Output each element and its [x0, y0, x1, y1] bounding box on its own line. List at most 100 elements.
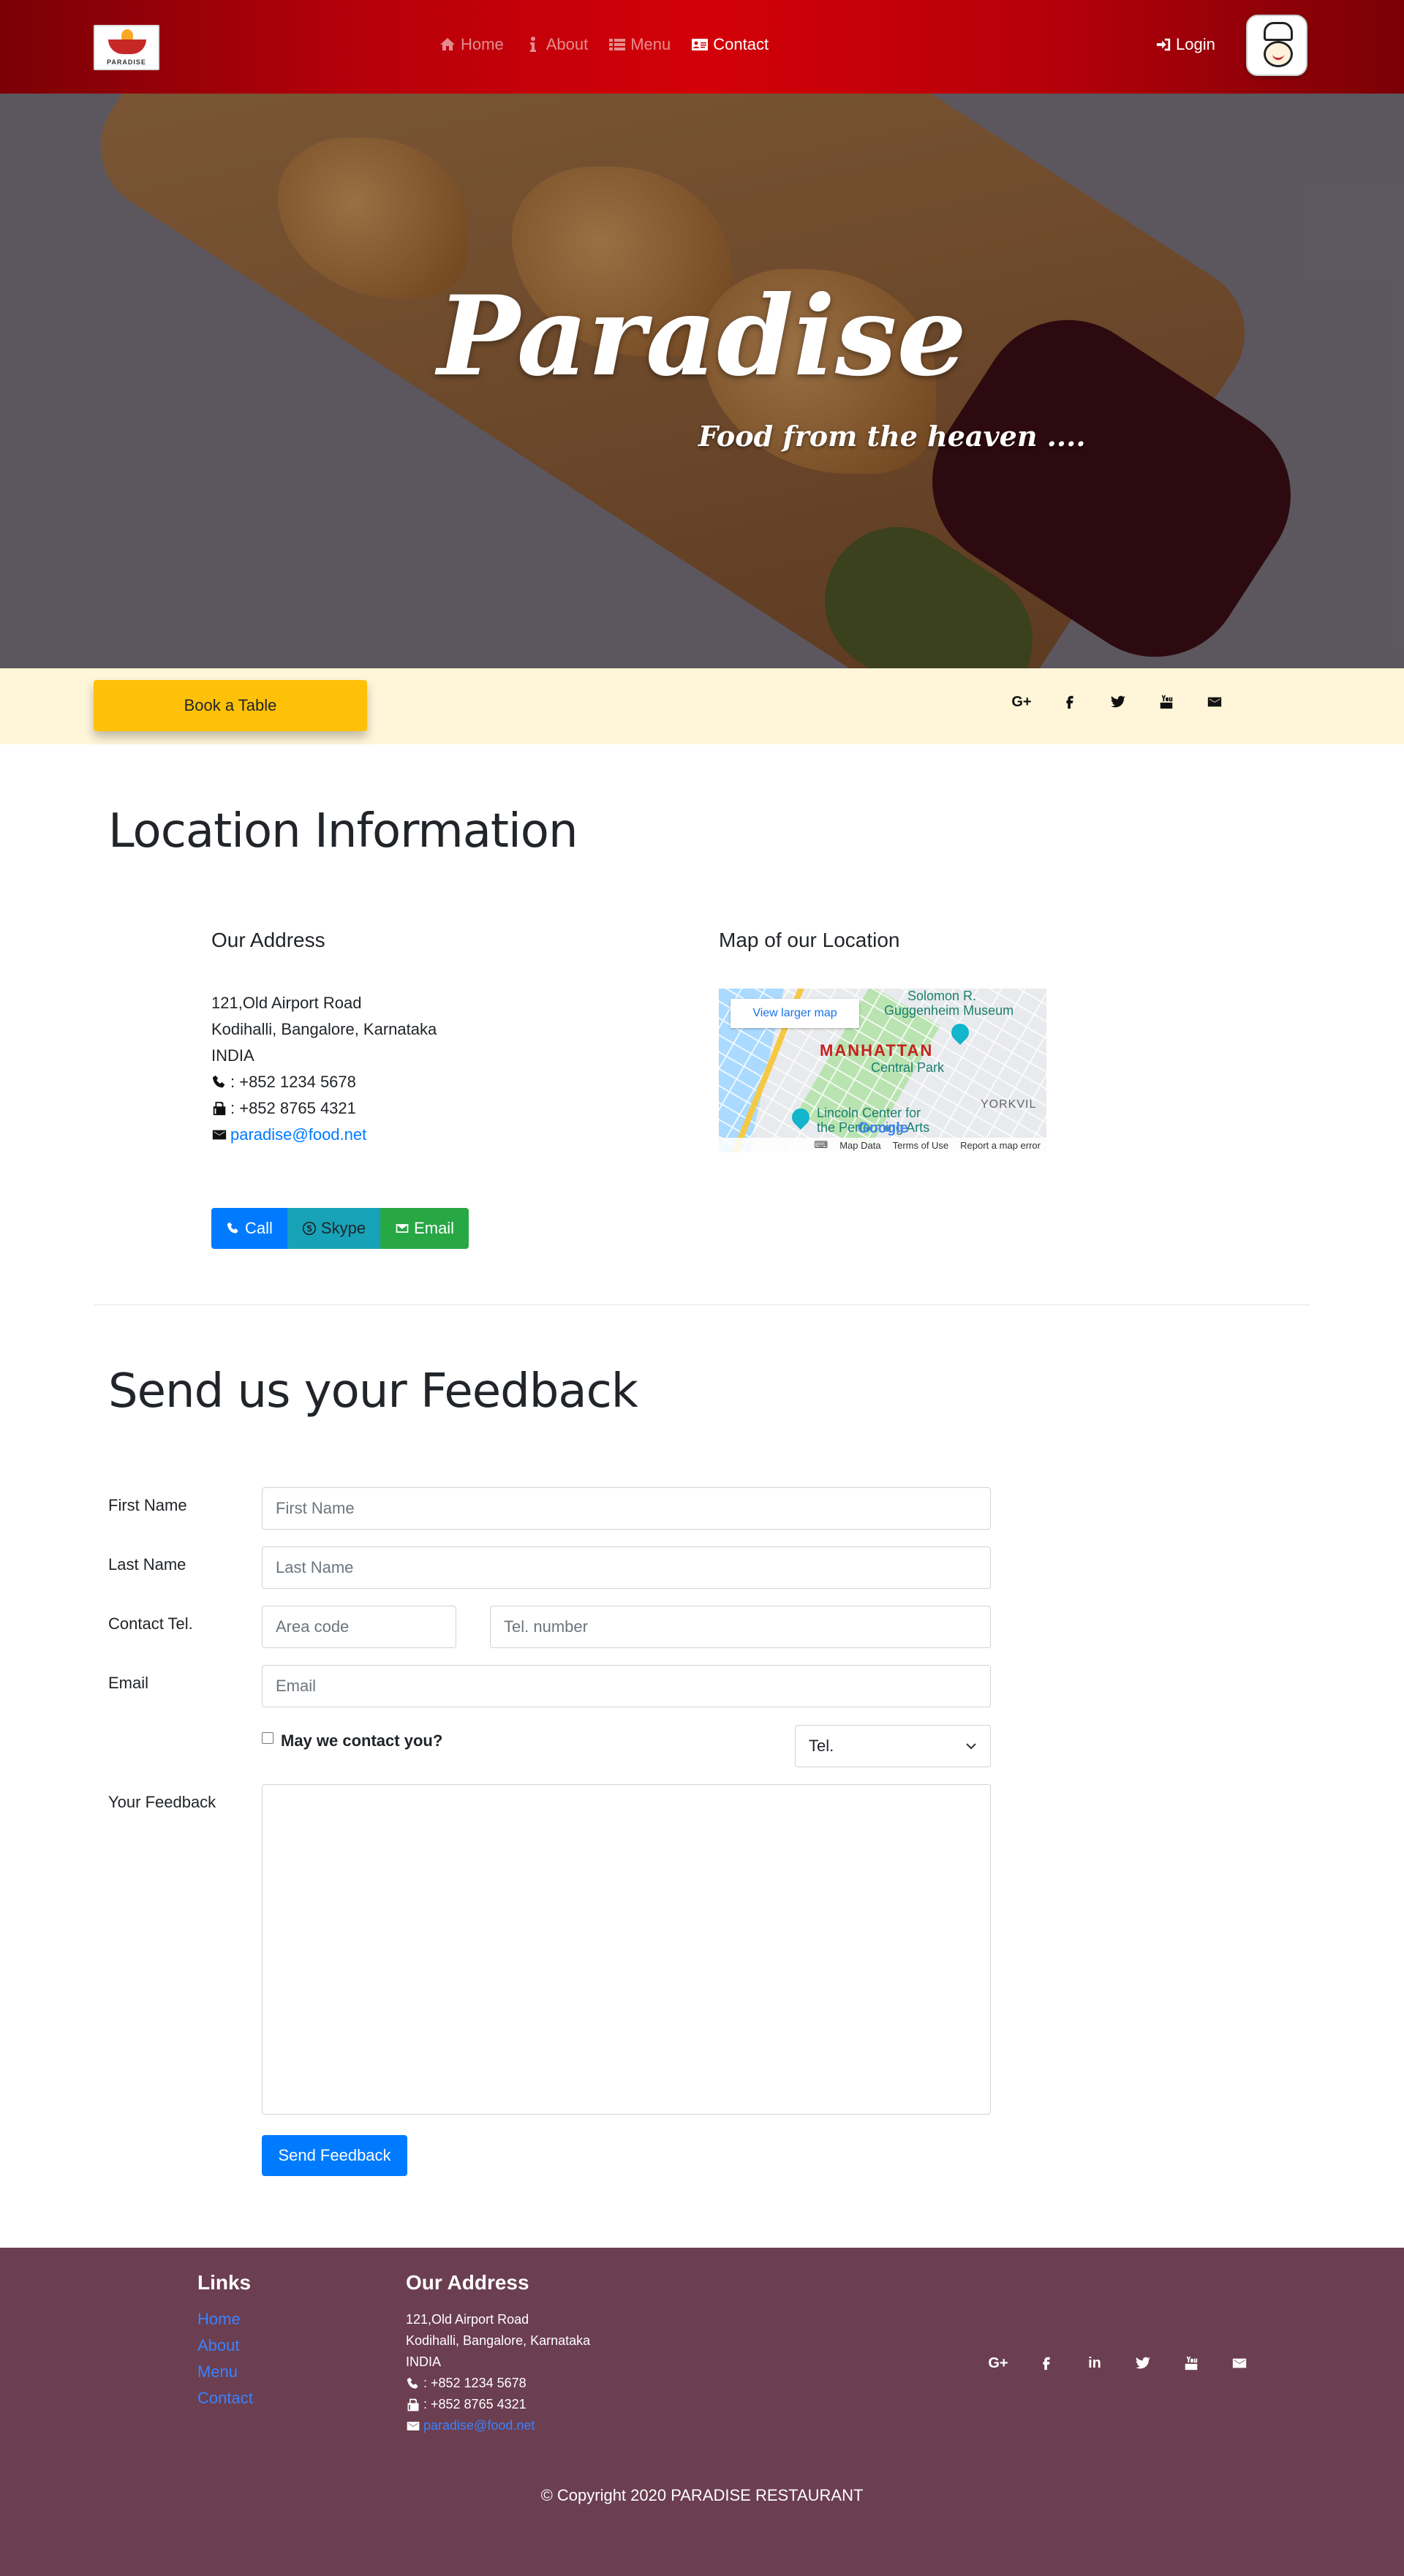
chef-hat: [1264, 22, 1293, 41]
email-input[interactable]: [262, 1665, 991, 1707]
footer-link-about[interactable]: About: [197, 2333, 253, 2359]
footer-phone: : +852 1234 5678: [423, 2376, 526, 2390]
last-name-label: Last Name: [108, 1555, 186, 1574]
envelope-icon: [212, 1130, 227, 1140]
location-title: Location Information: [108, 804, 578, 858]
map-heading: Map of our Location: [719, 929, 900, 951]
login-link[interactable]: Login: [1155, 35, 1215, 54]
email-label: Email: [108, 1674, 149, 1692]
skype-icon: [302, 1221, 317, 1236]
address-line: INDIA: [211, 1046, 254, 1065]
hero-banner: Paradise Food from the heaven ....: [0, 94, 1404, 668]
phone-icon: [227, 1222, 238, 1234]
map-label: Solomon R.: [907, 989, 977, 1003]
email-button[interactable]: Email: [380, 1208, 469, 1249]
google-logo: Google: [858, 1120, 908, 1136]
map-report-link[interactable]: Report a map error: [960, 1140, 1041, 1151]
feedback-textarea[interactable]: [262, 1784, 991, 2115]
nav-item-home[interactable]: Home: [439, 35, 504, 54]
chef-avatar[interactable]: [1246, 15, 1307, 76]
map-data-link[interactable]: Map Data: [839, 1140, 880, 1151]
sign-in-icon: [1156, 38, 1171, 51]
first-name-input[interactable]: [262, 1487, 991, 1530]
envelope-icon[interactable]: [1215, 2349, 1264, 2378]
contact-checkbox[interactable]: [262, 1732, 273, 1744]
chevron-down-icon: [966, 1743, 976, 1750]
hero-title: Paradise: [437, 272, 967, 401]
copyright: © Copyright 2020 PARADISE RESTAURANT: [540, 2486, 864, 2504]
address-line: Kodihalli, Bangalore, Karnataka: [406, 2333, 591, 2348]
nav-item-contact[interactable]: Contact: [691, 35, 769, 54]
envelope-icon[interactable]: [1190, 687, 1239, 717]
footer: Links Home About Menu Contact Our Addres…: [0, 2248, 1404, 2576]
map-terms-link[interactable]: Terms of Use: [893, 1140, 949, 1151]
contact-button-group: Call Skype Email: [211, 1208, 469, 1249]
nav-item-menu[interactable]: Menu: [608, 35, 671, 54]
twitter-icon[interactable]: [1094, 687, 1142, 717]
map-label: MANHATTAN: [820, 1041, 934, 1060]
footer-link-contact[interactable]: Contact: [197, 2385, 253, 2411]
map-label: YORKVIL: [981, 1098, 1037, 1111]
last-name-input[interactable]: [262, 1546, 991, 1589]
footer-phone-row: : +852 1234 5678: [406, 2373, 590, 2394]
call-button[interactable]: Call: [211, 1208, 287, 1249]
footer-email-link[interactable]: paradise@food.net: [423, 2415, 535, 2436]
skype-label: Skype: [320, 1219, 366, 1237]
map-label: Lincoln Center for: [817, 1106, 921, 1120]
envelope-icon: [407, 2421, 420, 2430]
facebook-icon[interactable]: [1046, 687, 1094, 717]
brand-logo[interactable]: PARADISE: [94, 25, 159, 70]
send-feedback-button[interactable]: Send Feedback: [262, 2135, 407, 2176]
logo-text: PARADISE: [107, 58, 146, 66]
contact-permission: May we contact you?: [262, 1731, 442, 1750]
youtube-icon[interactable]: [1167, 2349, 1215, 2378]
email-row: paradise@food.net: [211, 1122, 437, 1148]
tel-number-input[interactable]: [490, 1606, 991, 1648]
address-heading: Our Address: [211, 929, 325, 951]
nav-item-label: Home: [461, 35, 504, 53]
map-footer: ⌨ Map Data Terms of Use Report a map err…: [719, 1138, 1046, 1152]
footer-link-home[interactable]: Home: [197, 2306, 253, 2333]
book-table-button[interactable]: Book a Table: [94, 680, 367, 731]
email-link[interactable]: paradise@food.net: [230, 1122, 366, 1148]
footer-email-row: paradise@food.net: [406, 2415, 590, 2436]
address-block: 121,Old Airport Road Kodihalli, Bangalor…: [211, 990, 437, 1148]
footer-link-menu[interactable]: Menu: [197, 2359, 253, 2385]
login-label: Login: [1176, 35, 1215, 53]
nav-item-label: About: [546, 35, 589, 53]
fax-row: : +852 8765 4321: [211, 1095, 437, 1122]
address-line: INDIA: [406, 2354, 442, 2369]
fax-icon: [213, 1101, 226, 1116]
phone-number: : +852 1234 5678: [230, 1073, 356, 1091]
footer-links: Home About Menu Contact: [197, 2306, 253, 2411]
area-code-input[interactable]: [262, 1606, 456, 1648]
youtube-icon[interactable]: [1142, 687, 1190, 717]
address-line: 121,Old Airport Road: [211, 994, 362, 1012]
contact-method-value: Tel.: [809, 1737, 834, 1755]
location-map[interactable]: View larger map Solomon R. Guggenheim Mu…: [719, 989, 1046, 1152]
contact-method-select[interactable]: Tel.: [795, 1725, 991, 1767]
first-name-label: First Name: [108, 1496, 187, 1514]
map-label: Central Park: [871, 1060, 945, 1075]
nav-item-label: Menu: [630, 35, 671, 53]
view-larger-map-link[interactable]: View larger map: [731, 999, 859, 1028]
phone-icon: [407, 2377, 418, 2389]
address-line: 121,Old Airport Road: [406, 2312, 529, 2327]
feedback-title: Send us your Feedback: [108, 1364, 638, 1419]
twitter-icon[interactable]: [1119, 2349, 1167, 2378]
section-divider: [94, 1304, 1310, 1305]
map-keyboard-icon[interactable]: ⌨: [814, 1139, 828, 1151]
fax-icon: [407, 2398, 419, 2411]
feedback-label: Your Feedback: [108, 1793, 216, 1811]
google-plus-icon[interactable]: G+: [974, 2349, 1022, 2378]
map-label: Guggenheim Museum: [884, 1003, 1014, 1018]
footer-social-links: G+ in: [974, 2349, 1264, 2378]
pan-icon: [108, 39, 146, 54]
nav-item-about[interactable]: About: [524, 35, 589, 54]
facebook-icon[interactable]: [1022, 2349, 1071, 2378]
footer-links-heading: Links: [197, 2271, 252, 2294]
skype-button[interactable]: Skype: [287, 1208, 381, 1249]
nav-links: Home About Menu Contact: [439, 35, 769, 54]
google-plus-icon[interactable]: G+: [997, 687, 1046, 717]
linkedin-icon[interactable]: in: [1071, 2349, 1119, 2378]
